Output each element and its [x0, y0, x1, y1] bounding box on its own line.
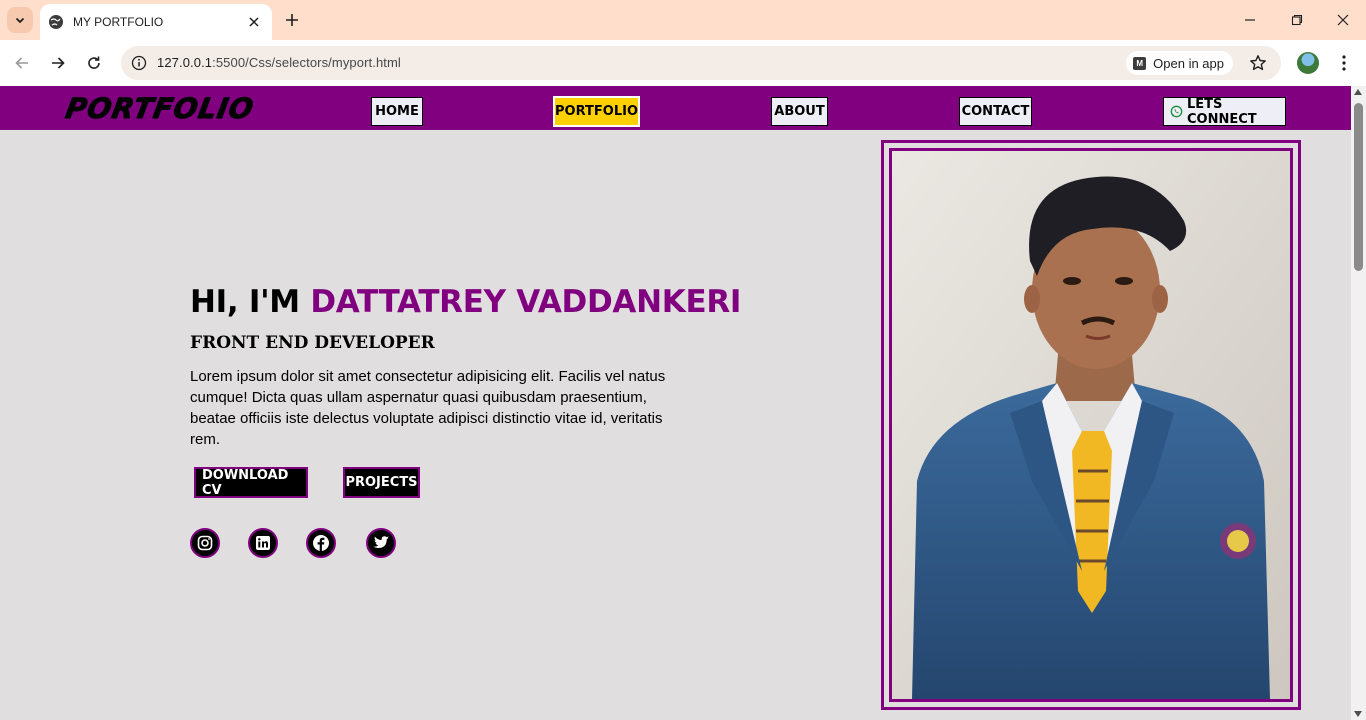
open-in-app-button[interactable]: M Open in app	[1126, 51, 1233, 75]
chevron-down-icon	[15, 17, 25, 24]
page-scrollbar[interactable]	[1351, 86, 1366, 720]
more-vertical-icon	[1342, 55, 1346, 71]
open-in-app-label: Open in app	[1153, 55, 1224, 71]
projects-button[interactable]: PROJECTS	[343, 467, 420, 498]
hero-bio: Lorem ipsum dolor sit amet consectetur a…	[190, 368, 666, 448]
profile-avatar[interactable]	[1297, 52, 1319, 74]
new-tab-button[interactable]	[282, 10, 302, 30]
close-icon	[1337, 14, 1349, 26]
person-portrait-image	[892, 151, 1290, 699]
nav-contact[interactable]: CONTACT	[959, 97, 1032, 126]
browser-tab[interactable]: MY PORTFOLIO	[40, 4, 272, 40]
address-bar[interactable]: 127.0.0.1:5500/Css/selectors/myport.html…	[121, 46, 1281, 80]
browser-menu-button[interactable]	[1333, 51, 1355, 75]
profile-photo-frame	[881, 140, 1301, 710]
nav-portfolio[interactable]: PORTFOLIO	[553, 96, 640, 127]
nav-lets-connect[interactable]: LETS CONNECT	[1163, 96, 1286, 127]
reload-icon	[88, 56, 100, 69]
tab-title: MY PORTFOLIO	[73, 15, 164, 29]
hero-name: DATTATREY VADDANKERI	[310, 284, 742, 320]
close-window-button[interactable]	[1331, 8, 1355, 32]
bookmark-star-icon[interactable]	[1247, 52, 1269, 74]
instagram-icon	[197, 535, 213, 551]
hero-greeting: HI, I'M	[190, 284, 311, 320]
globe-icon	[48, 14, 64, 30]
url-path: :5500/Css/selectors/myport.html	[212, 55, 401, 70]
linkedin-icon	[256, 536, 270, 550]
nav-about[interactable]: ABOUT	[771, 97, 828, 126]
site-navbar: PORTFOLIO HOME PORTFOLIO ABOUT CONTACT L…	[0, 86, 1351, 130]
facebook-icon	[313, 535, 329, 551]
back-button[interactable]	[10, 51, 34, 75]
close-tab-button[interactable]	[244, 12, 264, 32]
profile-photo	[889, 148, 1293, 702]
instagram-link[interactable]	[190, 528, 220, 558]
minimize-icon	[1245, 19, 1255, 21]
nav-home[interactable]: HOME	[371, 97, 423, 126]
linkedin-link[interactable]	[248, 528, 278, 558]
restore-button[interactable]	[1285, 8, 1309, 32]
reload-button[interactable]	[82, 51, 106, 75]
arrow-right-icon	[52, 57, 65, 69]
scroll-up-arrow-icon[interactable]	[1354, 89, 1362, 95]
browser-toolbar: 127.0.0.1:5500/Css/selectors/myport.html…	[0, 40, 1366, 86]
plus-icon	[286, 14, 298, 26]
scroll-down-arrow-icon[interactable]	[1354, 711, 1362, 717]
hero-role: FRONT END DEVELOPER	[190, 333, 435, 353]
minimize-button[interactable]	[1238, 8, 1262, 32]
url-host: 127.0.0.1	[157, 55, 213, 70]
download-cv-button[interactable]: DOWNLOAD CV	[194, 467, 308, 498]
whatsapp-icon	[1170, 105, 1183, 118]
site-logo[interactable]: PORTFOLIO	[63, 92, 258, 126]
twitter-link[interactable]	[366, 528, 396, 558]
close-icon	[249, 17, 259, 27]
page-viewport: PORTFOLIO HOME PORTFOLIO ABOUT CONTACT L…	[0, 86, 1351, 720]
restore-icon	[1291, 14, 1303, 26]
forward-button[interactable]	[46, 51, 70, 75]
url-text[interactable]: 127.0.0.1:5500/Css/selectors/myport.html	[157, 55, 401, 70]
hero-title: HI, I'M DATTATREY VADDANKERI	[190, 284, 741, 320]
scrollbar-thumb[interactable]	[1354, 103, 1363, 271]
app-icon: M	[1133, 56, 1147, 70]
lets-connect-label: LETS CONNECT	[1187, 96, 1257, 127]
site-info-icon[interactable]	[129, 53, 149, 73]
tab-search-button[interactable]	[7, 7, 33, 33]
facebook-link[interactable]	[306, 528, 336, 558]
twitter-icon	[373, 536, 389, 548]
browser-tab-bar: MY PORTFOLIO	[0, 0, 1366, 40]
arrow-left-icon	[15, 57, 28, 69]
